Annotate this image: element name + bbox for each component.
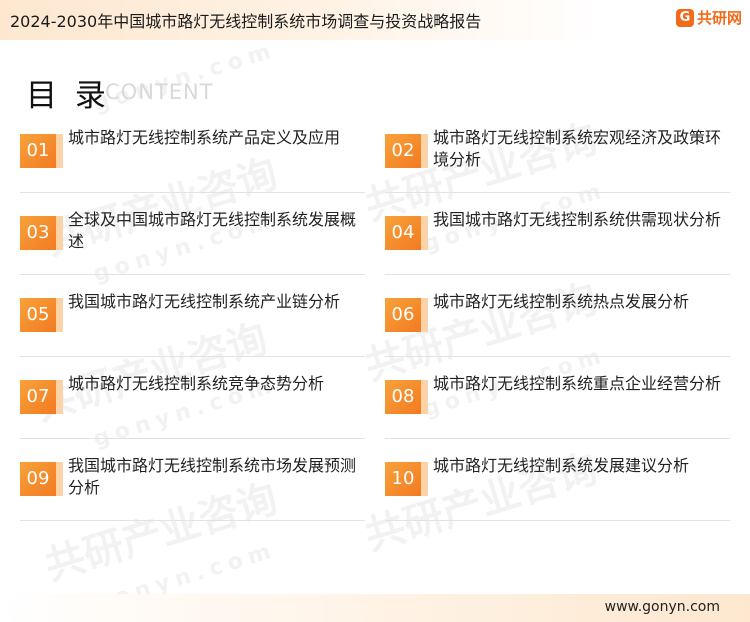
toc-item-06[interactable]: 06 城市路灯无线控制系统热点发展分析 (385, 290, 730, 357)
toc-item-03[interactable]: 03 全球及中国城市路灯无线控制系统发展概述 (20, 208, 365, 275)
footer-bar: www.gonyn.com (0, 594, 750, 622)
toc-number: 06 (385, 298, 428, 332)
toc-item-09[interactable]: 09 我国城市路灯无线控制系统市场发展预测分析 (20, 454, 365, 521)
toc-number: 09 (20, 462, 63, 496)
page-title: 目 录 (26, 78, 110, 114)
toc-label: 我国城市路灯无线控制系统产业链分析 (68, 292, 341, 311)
toc-item-10[interactable]: 10 城市路灯无线控制系统发展建议分析 (385, 454, 730, 521)
toc-number: 02 (385, 134, 428, 168)
toc-label: 全球及中国城市路灯无线控制系统发展概述 (68, 210, 357, 251)
toc-number: 10 (385, 462, 428, 496)
report-title: 2024-2030年中国城市路灯无线控制系统市场调查与投资战略报告 (10, 12, 482, 31)
logo-text: 共研网 (696, 9, 742, 27)
toc-item-05[interactable]: 05 我国城市路灯无线控制系统产业链分析 (20, 290, 365, 357)
watermark-site: gonyn.com (90, 37, 280, 118)
toc-item-04[interactable]: 04 我国城市路灯无线控制系统供需现状分析 (385, 208, 730, 275)
toc-number: 01 (20, 134, 63, 168)
toc-label: 城市路灯无线控制系统重点企业经营分析 (433, 374, 722, 393)
page-subtitle: CONTENT (105, 80, 214, 104)
toc-label: 我国城市路灯无线控制系统市场发展预测分析 (68, 456, 357, 497)
toc-item-08[interactable]: 08 城市路灯无线控制系统重点企业经营分析 (385, 372, 730, 439)
header-bar: 2024-2030年中国城市路灯无线控制系统市场调查与投资战略报告 G 共研网 (0, 0, 750, 40)
toc-label: 城市路灯无线控制系统竞争态势分析 (68, 374, 325, 393)
toc-number: 05 (20, 298, 63, 332)
logo-icon: G (675, 8, 694, 27)
toc-number: 04 (385, 216, 428, 250)
toc-label: 城市路灯无线控制系统产品定义及应用 (68, 128, 341, 147)
brand-logo: G 共研网 (675, 7, 742, 28)
toc-item-02[interactable]: 02 城市路灯无线控制系统宏观经济及政策环境分析 (385, 126, 730, 193)
toc-item-01[interactable]: 01 城市路灯无线控制系统产品定义及应用 (20, 126, 365, 193)
toc-number: 03 (20, 216, 63, 250)
toc-number: 07 (20, 380, 63, 414)
toc-label: 我国城市路灯无线控制系统供需现状分析 (433, 210, 722, 229)
footer-website-link[interactable]: www.gonyn.com (605, 599, 720, 615)
toc-label: 城市路灯无线控制系统宏观经济及政策环境分析 (433, 128, 722, 169)
toc-label: 城市路灯无线控制系统热点发展分析 (433, 292, 690, 311)
toc-number: 08 (385, 380, 428, 414)
toc-item-07[interactable]: 07 城市路灯无线控制系统竞争态势分析 (20, 372, 365, 439)
toc-label: 城市路灯无线控制系统发展建议分析 (433, 456, 690, 475)
